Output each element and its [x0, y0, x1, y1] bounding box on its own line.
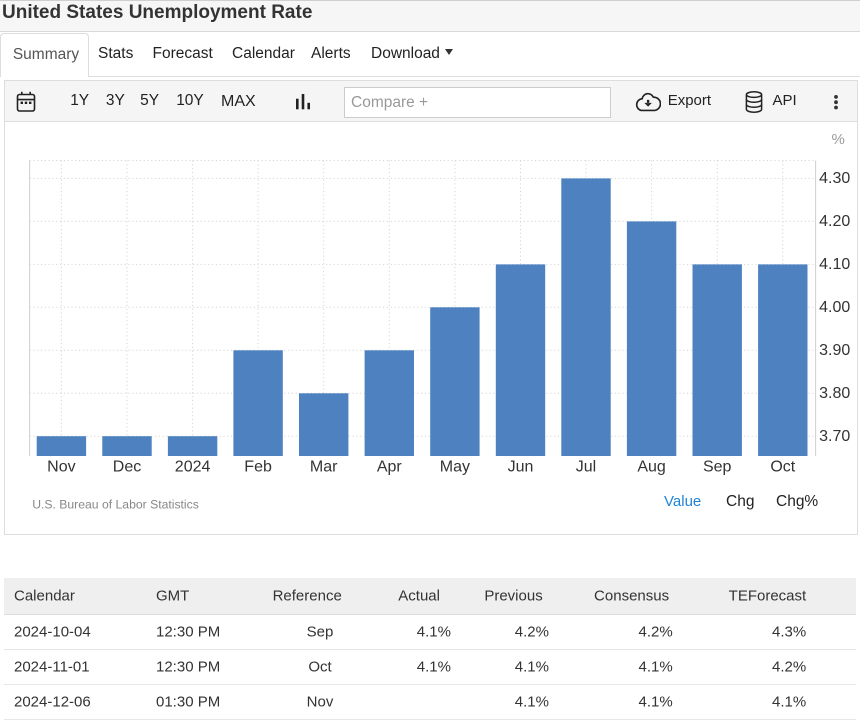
svg-text:4.00: 4.00: [819, 299, 850, 316]
svg-text:Oct: Oct: [770, 458, 795, 475]
svg-text:Chg: Chg: [726, 493, 754, 510]
svg-text:3.70: 3.70: [819, 428, 850, 445]
svg-text:Sep: Sep: [703, 458, 732, 475]
svg-text:4.20: 4.20: [819, 213, 850, 230]
svg-text:2024: 2024: [175, 458, 211, 475]
svg-text:Jul: Jul: [576, 458, 596, 475]
svg-text:U.S. Bureau of Labor Statistic: U.S. Bureau of Labor Statistics: [32, 497, 199, 511]
svg-text:3.90: 3.90: [819, 342, 850, 359]
svg-text:4.10: 4.10: [819, 256, 850, 273]
svg-text:Jun: Jun: [508, 458, 534, 475]
svg-text:Value: Value: [664, 493, 701, 510]
svg-text:3.80: 3.80: [819, 385, 850, 402]
svg-text:Apr: Apr: [377, 458, 403, 475]
svg-text:Aug: Aug: [637, 458, 665, 475]
svg-text:4.30: 4.30: [819, 170, 850, 187]
svg-text:Dec: Dec: [113, 458, 141, 475]
svg-text:May: May: [440, 458, 470, 475]
svg-text:Mar: Mar: [310, 458, 338, 475]
svg-text:%: %: [832, 131, 845, 148]
svg-text:Nov: Nov: [47, 458, 75, 475]
svg-text:Chg%: Chg%: [776, 493, 818, 510]
svg-text:Feb: Feb: [244, 458, 272, 475]
